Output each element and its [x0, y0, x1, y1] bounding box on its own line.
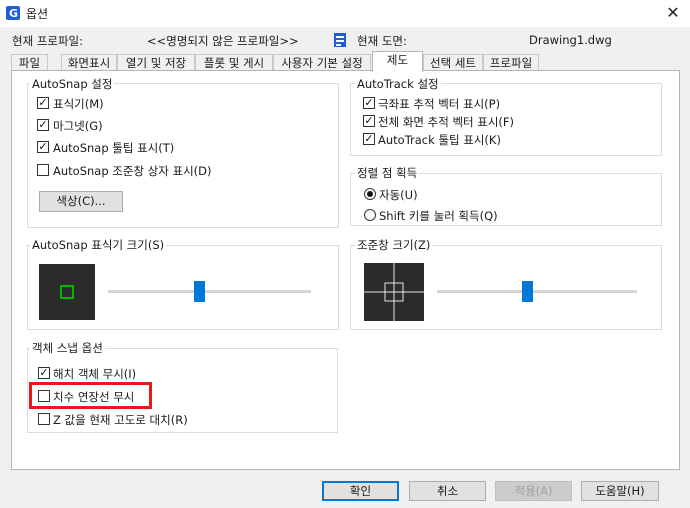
- magnet-checkbox[interactable]: [37, 119, 49, 131]
- close-icon[interactable]: ✕: [660, 2, 686, 24]
- alignment-acquisition-title: 정렬 점 획득: [355, 165, 420, 181]
- help-button[interactable]: 도움말(H): [581, 481, 659, 501]
- tab-selection-set[interactable]: 선택 세트: [423, 54, 483, 70]
- ignore-hatch-label: 해치 객체 무시(I): [53, 367, 137, 381]
- fullscreen-tracking-label: 전체 화면 추적 벡터 표시(F): [378, 115, 515, 129]
- replace-z-label: Z 값을 현재 고도로 대치(R): [53, 413, 188, 427]
- polar-tracking-label: 극좌표 추적 벡터 표시(P): [378, 97, 501, 111]
- highlight-box: [29, 382, 152, 409]
- tab-open-save[interactable]: 열기 및 저장: [117, 54, 195, 70]
- magnet-label: 마그넷(G): [53, 119, 103, 133]
- svg-text:G: G: [9, 7, 18, 20]
- replace-z-checkbox[interactable]: [38, 413, 50, 425]
- marker-preview: [39, 264, 95, 320]
- current-drawing-value: Drawing1.dwg: [529, 33, 612, 47]
- object-snap-options-title: 객체 스냅 옵션: [30, 340, 105, 356]
- current-profile-value: <<명명되지 않은 프로파일>>: [147, 34, 299, 48]
- title-bar: [0, 0, 690, 27]
- tab-drafting[interactable]: 제도: [372, 51, 423, 72]
- aperture-preview-icon: [364, 263, 424, 321]
- marker-size-slider[interactable]: [194, 281, 206, 302]
- shift-acquire-radio[interactable]: [364, 209, 376, 221]
- aperture-size-title: 조준창 크기(Z): [355, 237, 433, 253]
- autosnap-tooltip-label: AutoSnap 툴팁 표시(T): [53, 141, 175, 155]
- ignore-hatch-checkbox[interactable]: [38, 367, 50, 379]
- aperture-size-track: [437, 290, 637, 293]
- tab-user-preferences[interactable]: 사용자 기본 설정: [273, 54, 371, 70]
- drawing-file-icon: [334, 33, 346, 47]
- tab-display[interactable]: 화면표시: [61, 54, 117, 70]
- marker-size-title: AutoSnap 표식기 크기(S): [30, 237, 167, 253]
- aperture-box-checkbox[interactable]: [37, 164, 49, 176]
- marker-label: 표식기(M): [53, 97, 104, 111]
- shift-acquire-label: Shift 키를 눌러 획득(Q): [379, 209, 498, 223]
- cancel-button[interactable]: 취소: [409, 481, 486, 501]
- window-title: 옵션: [26, 7, 49, 21]
- apply-button[interactable]: 적용(A): [495, 481, 572, 501]
- polar-tracking-checkbox[interactable]: [363, 97, 375, 109]
- aperture-size-slider[interactable]: [522, 281, 533, 302]
- autosnap-tooltip-checkbox[interactable]: [37, 141, 49, 153]
- marker-size-track: [108, 290, 311, 293]
- ok-button[interactable]: 확인: [322, 481, 399, 501]
- marker-checkbox[interactable]: [37, 97, 49, 109]
- app-logo-icon: G: [6, 6, 20, 20]
- autosnap-settings-title: AutoSnap 설정: [30, 76, 115, 92]
- tab-plot-publish[interactable]: 플롯 및 게시: [195, 54, 273, 70]
- tab-profiles[interactable]: 프로파일: [483, 54, 539, 70]
- marker-square-icon: [60, 285, 74, 299]
- autotrack-tooltip-checkbox[interactable]: [363, 133, 375, 145]
- auto-label: 자동(U): [379, 188, 418, 202]
- autotrack-settings-title: AutoTrack 설정: [355, 76, 441, 92]
- current-profile-label: 현재 프로파일:: [12, 34, 84, 48]
- auto-radio[interactable]: [364, 188, 376, 200]
- tab-file[interactable]: 파일: [11, 54, 48, 70]
- fullscreen-tracking-checkbox[interactable]: [363, 115, 375, 127]
- aperture-box-label: AutoSnap 조준창 상자 표시(D): [53, 164, 212, 178]
- color-button[interactable]: 색상(C)...: [39, 191, 123, 212]
- autotrack-tooltip-label: AutoTrack 툴팁 표시(K): [378, 133, 501, 147]
- current-drawing-label: 현재 도면:: [357, 34, 407, 48]
